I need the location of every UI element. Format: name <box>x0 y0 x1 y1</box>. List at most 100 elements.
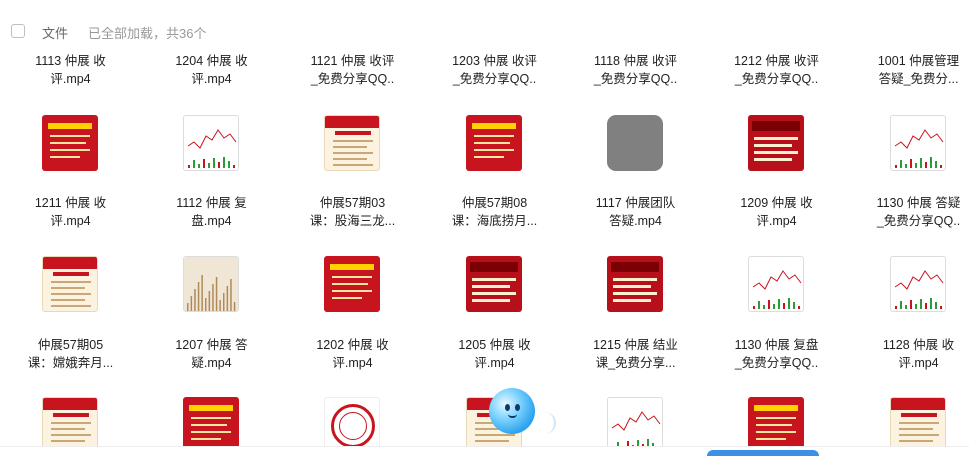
bottom-action-button[interactable] <box>707 450 819 456</box>
thumbnail-decoration <box>891 398 945 410</box>
video-thumbnail[interactable] <box>324 256 380 312</box>
thumbnail-decoration <box>50 156 80 158</box>
file-name-line: 评.mp4 <box>332 356 373 370</box>
file-name-line: 1113 仲展 收 <box>35 54 106 68</box>
file-name-line: 评.mp4 <box>756 214 797 228</box>
thumbnail-decoration <box>53 413 89 417</box>
file-name-line: 答疑.mp4 <box>609 214 662 228</box>
thumbnail-decoration <box>472 278 516 281</box>
video-thumbnail[interactable] <box>607 256 663 312</box>
file-name-line: _免费分享QQ.. <box>593 72 678 86</box>
thumbnail-decoration <box>53 272 89 276</box>
file-name-line: 课：嫦娥奔月... <box>27 356 114 370</box>
file-name-line: 1001 仲展管理 <box>877 54 960 68</box>
file-name-line: 1211 仲展 收 <box>34 196 107 210</box>
thumbnail-decoration <box>332 283 368 285</box>
video-thumbnail-placeholder[interactable] <box>607 115 663 171</box>
file-name-line: 评.mp4 <box>898 356 939 370</box>
thumbnail-decoration <box>474 156 504 158</box>
thumbnail-decoration <box>191 431 231 433</box>
file-name-line: _免费分享QQ.. <box>876 214 961 228</box>
load-status: 已全部加载，共36个 <box>88 26 207 41</box>
video-thumbnail[interactable] <box>42 115 98 171</box>
thumbnail-decoration <box>51 293 91 295</box>
thumbnail-decoration <box>756 417 796 419</box>
thumbnail-decoration <box>191 438 221 440</box>
assistant-eye-icon <box>505 404 510 411</box>
thumbnail-decoration <box>754 151 798 154</box>
video-thumbnail[interactable] <box>890 256 946 312</box>
thumbnail-decoration <box>50 135 90 137</box>
thumbnail-decoration <box>51 440 85 442</box>
video-thumbnail[interactable] <box>748 115 804 171</box>
file-name-line: 答疑_免费分... <box>878 72 959 86</box>
thumbnail-decoration <box>899 440 933 442</box>
thumbnail-decoration <box>335 131 371 135</box>
video-thumbnail[interactable] <box>466 256 522 312</box>
thumbnail-decoration <box>332 297 362 299</box>
thumbnail-decoration <box>332 276 372 278</box>
file-name-line: 仲展57期03 <box>319 196 386 210</box>
thumbnail-decoration <box>611 262 659 272</box>
file-name-line: 1112 仲展 复 <box>176 196 247 210</box>
video-thumbnail[interactable] <box>324 115 380 171</box>
video-thumbnail[interactable] <box>890 115 946 171</box>
thumbnail-decoration <box>472 292 516 295</box>
video-thumbnail[interactable] <box>607 397 663 453</box>
thumbnail-decoration <box>332 290 372 292</box>
thumbnail-decoration <box>333 158 367 160</box>
thumbnail-decoration <box>899 434 939 436</box>
thumbnail-decoration <box>333 152 373 154</box>
thumbnail-decoration <box>613 278 657 281</box>
select-all-checkbox[interactable] <box>11 24 25 38</box>
video-thumbnail[interactable] <box>748 256 804 312</box>
file-name-line: 1204 仲展 收 <box>175 54 248 68</box>
thumbnail-chart-graphic <box>184 257 238 311</box>
video-thumbnail[interactable] <box>890 397 946 453</box>
thumbnail-chart-graphic <box>894 270 944 309</box>
floating-assistant-icon[interactable] <box>489 388 535 434</box>
file-name-line: 课：股海三龙... <box>309 214 396 228</box>
file-name-line: _免费分享QQ.. <box>734 72 819 86</box>
thumbnail-decoration <box>754 158 792 161</box>
thumbnail-chart-graphic <box>894 129 944 168</box>
video-thumbnail[interactable] <box>183 115 239 171</box>
thumbnail-chart-graphic <box>187 129 237 168</box>
thumbnail-decoration <box>754 144 792 147</box>
file-name-line: 评.mp4 <box>191 72 232 86</box>
thumbnail-decoration <box>901 413 937 417</box>
file-name-line: 1118 仲展 收评 <box>594 54 677 68</box>
thumbnail-decoration <box>613 299 651 302</box>
thumbnail-decoration <box>613 285 651 288</box>
video-thumbnail[interactable] <box>42 397 98 453</box>
thumbnail-decoration <box>191 424 227 426</box>
thumbnail-decoration <box>339 412 367 440</box>
thumbnail-decoration <box>472 123 516 129</box>
video-thumbnail[interactable] <box>42 256 98 312</box>
thumbnail-decoration <box>472 285 510 288</box>
file-name-line: 1205 仲展 收 <box>458 338 531 352</box>
video-thumbnail[interactable] <box>183 397 239 453</box>
thumbnail-decoration <box>756 438 786 440</box>
thumbnail-decoration <box>51 287 85 289</box>
file-name-line: 1212 仲展 收评 <box>734 54 819 68</box>
video-thumbnail[interactable] <box>466 115 522 171</box>
thumbnail-decoration <box>333 140 373 142</box>
file-name-line: 1202 仲展 收 <box>316 338 389 352</box>
thumbnail-decoration <box>189 405 233 411</box>
video-thumbnail[interactable] <box>748 397 804 453</box>
thumbnail-decoration <box>756 431 796 433</box>
thumbnail-decoration <box>752 121 800 131</box>
thumbnail-chart-graphic <box>611 411 661 450</box>
file-name-line: 1215 仲展 结业 <box>593 338 678 352</box>
video-thumbnail[interactable] <box>183 256 239 312</box>
thumbnail-decoration <box>51 299 85 301</box>
thumbnail-decoration <box>50 149 90 151</box>
thumbnail-decoration <box>754 405 798 411</box>
thumbnail-decoration <box>51 422 91 424</box>
thumbnail-decoration <box>472 299 510 302</box>
file-name-line: 仲展57期08 <box>461 196 528 210</box>
thumbnail-decoration <box>613 292 657 295</box>
video-thumbnail[interactable] <box>324 397 380 453</box>
file-grid: 1113 仲展 收评.mp4 1204 仲展 收评.mp4 1121 仲展 收评 _免… <box>0 0 969 456</box>
